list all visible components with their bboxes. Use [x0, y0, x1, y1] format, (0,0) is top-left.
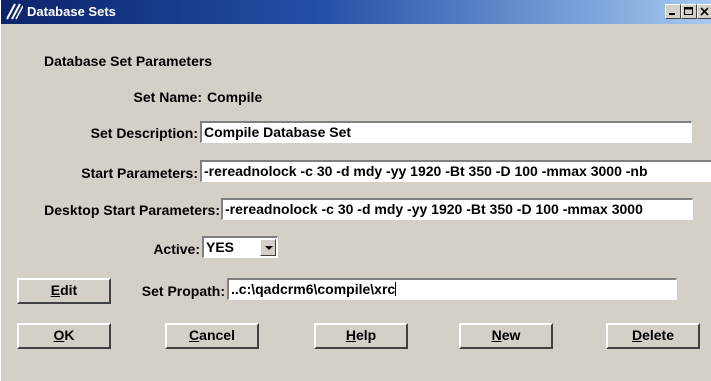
set-propath-text: ..c:\qadcrm6\compile\xrc: [231, 281, 396, 297]
delete-label-rest: elete: [642, 327, 675, 343]
ok-mnemonic: O: [53, 327, 65, 343]
set-description-field[interactable]: Compile Database Set: [200, 121, 692, 143]
text-caret: [395, 282, 397, 296]
close-icon[interactable]: [697, 4, 711, 19]
start-parameters-field[interactable]: -rereadnolock -c 30 -d mdy -yy 1920 -Bt …: [200, 160, 711, 182]
desktop-start-parameters-field[interactable]: -rereadnolock -c 30 -d mdy -yy 1920 -Bt …: [221, 198, 693, 220]
cancel-label-rest: ancel: [199, 327, 235, 343]
new-label-rest: ew: [501, 327, 521, 343]
window-title: Database Sets: [27, 4, 116, 19]
edit-mnemonic: E: [50, 282, 61, 298]
help-label-rest: elp: [355, 327, 377, 343]
active-label: Active:: [153, 241, 200, 257]
active-select-value: YES: [206, 239, 235, 255]
ok-label-rest: K: [64, 327, 75, 343]
set-name-value: Compile: [207, 89, 263, 105]
title-bar[interactable]: Database Sets: [1, 0, 711, 24]
desktop-start-parameters-label: Desktop Start Parameters:: [44, 202, 220, 218]
database-sets-window: Database Sets Database Set Parameters Se…: [0, 0, 711, 381]
window-app-icon: [5, 3, 24, 20]
chevron-down-icon: [265, 246, 273, 250]
desktop-start-parameters-text: -rereadnolock -c 30 -d mdy -yy 1920 -Bt …: [225, 201, 643, 217]
set-name-label: Set Name:: [133, 89, 202, 105]
combo-dropdown-button[interactable]: [260, 239, 276, 256]
delete-button[interactable]: Delete: [606, 323, 700, 349]
active-select[interactable]: YES: [202, 236, 278, 258]
set-propath-label: Set Propath:: [141, 283, 225, 299]
minimize-icon[interactable]: [665, 4, 681, 19]
set-description-text: Compile Database Set: [204, 124, 352, 140]
start-parameters-text: -rereadnolock -c 30 -d mdy -yy 1920 -Bt …: [204, 163, 648, 179]
ok-button[interactable]: OK: [17, 323, 111, 349]
edit-label-rest: dit: [60, 282, 78, 298]
help-button[interactable]: Help: [314, 323, 408, 349]
maximize-icon[interactable]: [681, 4, 697, 19]
edit-button[interactable]: Edit: [17, 278, 111, 304]
cancel-button[interactable]: Cancel: [165, 323, 259, 349]
set-propath-field[interactable]: ..c:\qadcrm6\compile\xrc: [227, 278, 677, 300]
section-title: Database Set Parameters: [44, 53, 213, 69]
set-description-label: Set Description:: [90, 125, 198, 141]
new-button[interactable]: New: [459, 323, 553, 349]
cancel-mnemonic: C: [189, 327, 200, 343]
new-mnemonic: N: [491, 327, 502, 343]
start-parameters-label: Start Parameters:: [81, 165, 198, 181]
help-mnemonic: H: [345, 327, 356, 343]
delete-mnemonic: D: [631, 327, 643, 343]
